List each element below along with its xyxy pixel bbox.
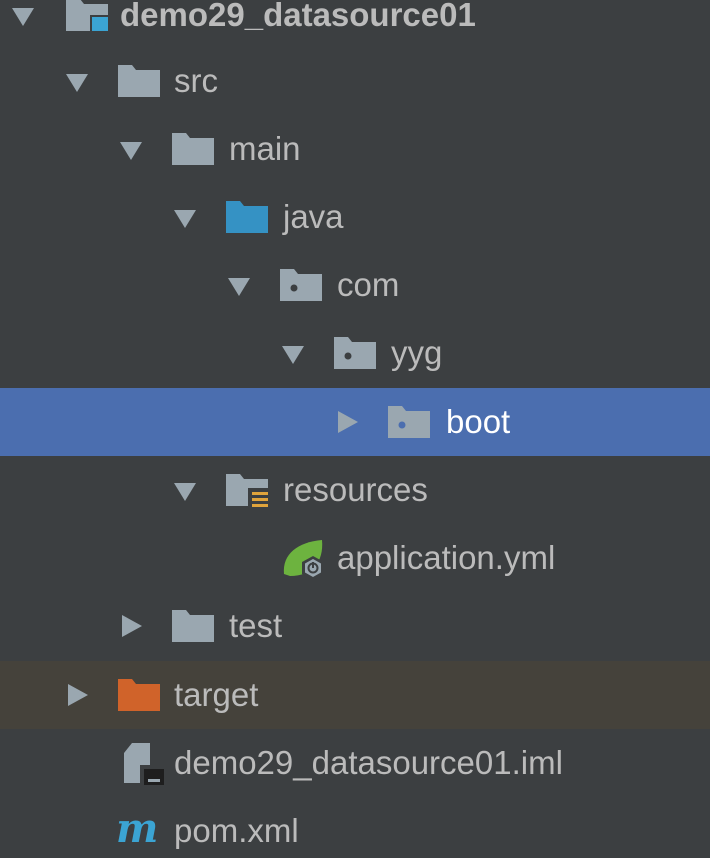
tree-row-java[interactable]: java — [0, 183, 710, 251]
module-folder-icon — [66, 0, 110, 33]
project-tree: demo29_datasource01 src main java com yy… — [0, 0, 710, 858]
tree-label-main: main — [229, 130, 301, 167]
tree-row-test[interactable]: test — [0, 592, 710, 660]
tree-row-application-yml[interactable]: application.yml — [0, 524, 710, 592]
tree-label-resources: resources — [283, 471, 428, 508]
tree-row-src[interactable]: src — [0, 47, 710, 115]
tree-label-application-yml: application.yml — [337, 539, 556, 576]
package-icon — [280, 269, 322, 301]
chevron-down-icon[interactable] — [170, 202, 200, 232]
excluded-folder-icon — [118, 679, 160, 711]
tree-label-yyg: yyg — [391, 334, 443, 371]
folder-icon — [118, 65, 160, 97]
tree-label-src: src — [174, 62, 218, 99]
tree-row-root[interactable]: demo29_datasource01 — [0, 0, 710, 49]
tree-label-test: test — [229, 607, 283, 644]
tree-label-boot: boot — [446, 403, 511, 440]
iml-file-icon — [124, 743, 166, 787]
tree-row-iml-file[interactable]: demo29_datasource01.iml — [0, 729, 710, 797]
chevron-down-icon[interactable] — [278, 338, 308, 368]
chevron-right-icon[interactable] — [62, 680, 92, 710]
tree-row-boot[interactable]: boot — [0, 388, 710, 456]
tree-row-resources[interactable]: resources — [0, 456, 710, 524]
tree-row-main[interactable]: main — [0, 115, 710, 183]
tree-label-target: target — [174, 676, 259, 713]
folder-icon — [172, 133, 214, 165]
maven-icon: m — [116, 805, 159, 852]
chevron-down-icon[interactable] — [224, 270, 254, 300]
chevron-down-icon[interactable] — [116, 134, 146, 164]
tree-label-java: java — [283, 198, 344, 235]
tree-label-root: demo29_datasource01 — [120, 0, 476, 33]
chevron-right-icon[interactable] — [332, 407, 362, 437]
tree-row-pom-file[interactable]: m pom.xml — [0, 797, 710, 858]
tree-label-pom-file: pom.xml — [174, 812, 299, 849]
resources-folder-icon — [226, 474, 270, 510]
chevron-right-icon[interactable] — [116, 611, 146, 641]
chevron-down-icon[interactable] — [170, 475, 200, 505]
tree-row-target[interactable]: target — [0, 661, 710, 729]
tree-row-yyg[interactable]: yyg — [0, 319, 710, 387]
tree-row-com[interactable]: com — [0, 251, 710, 319]
package-icon — [388, 406, 430, 438]
spring-leaf-icon — [283, 540, 324, 580]
package-icon — [334, 337, 376, 369]
tree-label-com: com — [337, 266, 400, 303]
chevron-down-icon[interactable] — [8, 0, 38, 30]
tree-label-iml-file: demo29_datasource01.iml — [174, 744, 563, 781]
folder-icon — [172, 610, 214, 642]
source-root-folder-icon — [226, 201, 268, 233]
chevron-down-icon[interactable] — [62, 66, 92, 96]
